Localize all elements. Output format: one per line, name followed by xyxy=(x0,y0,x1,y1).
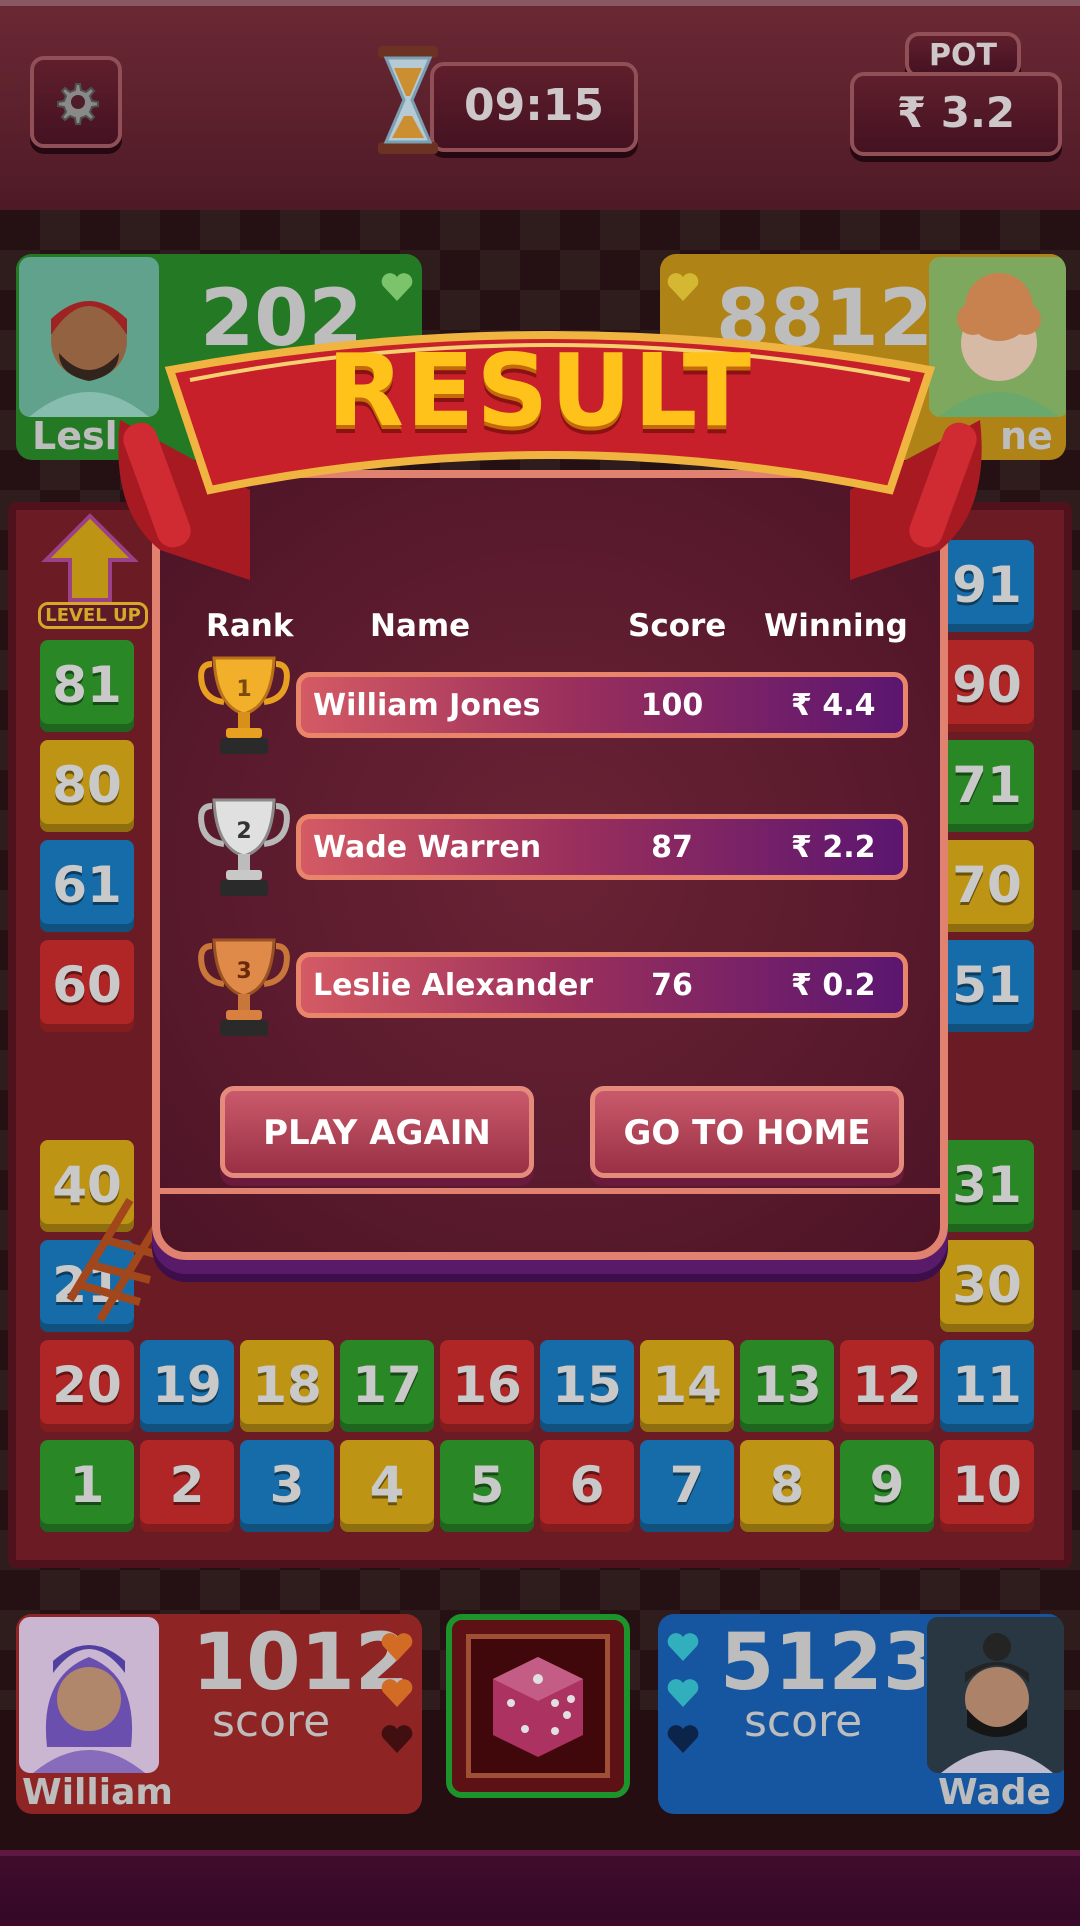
gold-trophy-icon: 1 xyxy=(198,656,290,754)
header-score: Score xyxy=(628,608,727,644)
player-winning: ₹ 2.2 xyxy=(791,830,876,865)
player-score: 76 xyxy=(651,968,693,1003)
player-score: 100 xyxy=(640,688,704,723)
player-name: Leslie Alexander xyxy=(313,968,594,1003)
player-winning: ₹ 4.4 xyxy=(791,688,876,723)
player-score: 87 xyxy=(651,830,693,865)
svg-text:2: 2 xyxy=(236,819,251,844)
player-winning: ₹ 0.2 xyxy=(791,968,876,1003)
result-row: Wade Warren 87 ₹ 2.2 xyxy=(296,814,908,880)
player-name: William Jones xyxy=(313,688,541,723)
play-again-button[interactable]: PLAY AGAIN xyxy=(220,1086,534,1178)
header-name: Name xyxy=(370,608,471,644)
silver-trophy-icon: 2 xyxy=(198,798,290,896)
svg-text:1: 1 xyxy=(236,677,251,702)
header-winning: Winning xyxy=(764,608,908,644)
go-to-home-label: GO TO HOME xyxy=(623,1113,871,1153)
result-row: William Jones 100 ₹ 4.4 xyxy=(296,672,908,738)
svg-text:3: 3 xyxy=(236,959,251,984)
result-panel-base xyxy=(160,1188,940,1254)
header-rank: Rank xyxy=(206,608,294,644)
bronze-trophy-icon: 3 xyxy=(198,938,290,1036)
player-name: Wade Warren xyxy=(313,830,542,865)
result-title: RESULT xyxy=(327,332,753,449)
play-again-label: PLAY AGAIN xyxy=(263,1113,491,1153)
go-to-home-button[interactable]: GO TO HOME xyxy=(590,1086,904,1178)
result-row: Leslie Alexander 76 ₹ 0.2 xyxy=(296,952,908,1018)
